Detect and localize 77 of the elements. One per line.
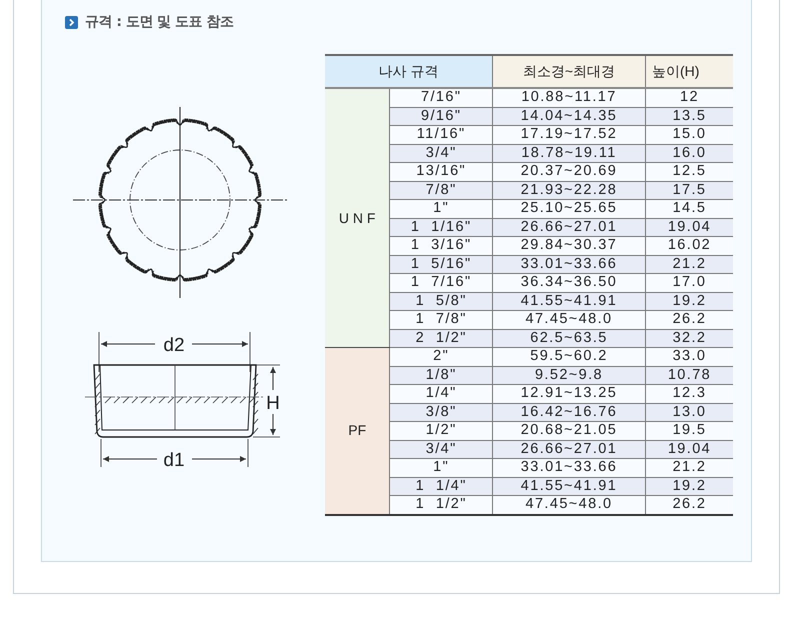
height-cell: 17.5	[646, 181, 733, 200]
diameter-range-cell: 18.78~19.11	[492, 144, 646, 162]
height-cell: 21.2	[646, 255, 733, 274]
column-header: 나사 규격	[325, 55, 492, 88]
thread-size-cell: 1"	[390, 200, 492, 218]
thread-size-cell: 2 1/2"	[390, 329, 492, 348]
diameter-range-cell: 14.04~14.35	[492, 107, 646, 126]
height-cell: 12.3	[646, 384, 733, 403]
diameter-range-cell: 62.5~63.5	[492, 329, 646, 348]
thread-size-cell: 2"	[390, 348, 492, 366]
height-cell: 26.2	[646, 496, 733, 514]
diameter-range-cell: 29.84~30.37	[492, 236, 646, 255]
thread-size-cell: 1 1/2"	[390, 496, 492, 514]
height-cell: 32.2	[646, 329, 733, 348]
thread-size-cell: 1 7/8"	[390, 310, 492, 329]
thread-size-cell: 1 1/4"	[390, 477, 492, 496]
diameter-range-cell: 36.34~36.50	[492, 274, 646, 292]
column-header: 높이(H)	[646, 55, 733, 88]
height-cell: 13.5	[646, 107, 733, 126]
height-cell: 26.2	[646, 310, 733, 329]
thread-size-cell: 13/16"	[390, 162, 492, 181]
diameter-range-cell: 26.66~27.01	[492, 218, 646, 236]
diameter-range-cell: 9.52~9.8	[492, 366, 646, 384]
height-cell: 12.5	[646, 162, 733, 181]
diameter-range-cell: 21.93~22.28	[492, 181, 646, 200]
diameter-range-cell: 12.91~13.25	[492, 384, 646, 403]
diameter-range-cell: 25.10~25.65	[492, 200, 646, 218]
thread-size-cell: 1 1/16"	[390, 218, 492, 236]
diameter-range-cell: 33.01~33.66	[492, 255, 646, 274]
diameter-range-cell: 41.55~41.91	[492, 292, 646, 310]
thread-size-cell: 1/4"	[390, 384, 492, 403]
diameter-range-cell: 20.68~21.05	[492, 422, 646, 440]
diameter-range-cell: 20.37~20.69	[492, 162, 646, 181]
height-cell: 17.0	[646, 274, 733, 292]
thread-type-cell: PF	[325, 348, 390, 514]
spec-note: 규격 : 도면 및 도표 참조	[85, 13, 234, 31]
height-cell: 13.0	[646, 403, 733, 422]
thread-size-cell: 3/4"	[390, 440, 492, 458]
thread-size-cell: 1 5/16"	[390, 255, 492, 274]
height-cell: 19.04	[646, 218, 733, 236]
thread-size-cell: 1 7/16"	[390, 274, 492, 292]
height-cell: 19.04	[646, 440, 733, 458]
diameter-range-cell: 59.5~60.2	[492, 348, 646, 366]
thread-size-cell: 1"	[390, 458, 492, 477]
thread-size-cell: 3/4"	[390, 144, 492, 162]
cap-side-view-drawing: d2 H d1	[65, 332, 295, 472]
height-cell: 16.02	[646, 236, 733, 255]
height-cell: 33.0	[646, 348, 733, 366]
diameter-range-cell: 16.42~16.76	[492, 403, 646, 422]
thread-size-cell: 1/8"	[390, 366, 492, 384]
diameter-range-cell: 17.19~17.52	[492, 126, 646, 144]
diameter-range-cell: 47.45~48.0	[492, 310, 646, 329]
diameter-range-cell: 10.88~11.17	[492, 88, 646, 107]
thread-type-cell: U N F	[325, 88, 390, 348]
thread-size-cell: 11/16"	[390, 126, 492, 144]
height-cell: 21.2	[646, 458, 733, 477]
column-header: 최소경~최대경	[492, 55, 646, 88]
thread-size-cell: 1 5/8"	[390, 292, 492, 310]
height-cell: 14.5	[646, 200, 733, 218]
height-cell: 15.0	[646, 126, 733, 144]
height-cell: 16.0	[646, 144, 733, 162]
arrow-bullet-icon	[65, 16, 78, 28]
height-cell: 19.5	[646, 422, 733, 440]
height-cell: 10.78	[646, 366, 733, 384]
thread-size-cell: 7/8"	[390, 181, 492, 200]
thread-size-cell: 7/16"	[390, 88, 492, 107]
thread-size-cell: 3/8"	[390, 403, 492, 422]
height-cell: 12	[646, 88, 733, 107]
diameter-range-cell: 33.01~33.66	[492, 458, 646, 477]
diameter-range-cell: 47.45~48.0	[492, 496, 646, 514]
thread-size-cell: 1 3/16"	[390, 236, 492, 255]
thread-size-cell: 1/2"	[390, 422, 492, 440]
thread-size-cell: 9/16"	[390, 107, 492, 126]
diameter-range-cell: 26.66~27.01	[492, 440, 646, 458]
height-cell: 19.2	[646, 292, 733, 310]
height-cell: 19.2	[646, 477, 733, 496]
diameter-range-cell: 41.55~41.91	[492, 477, 646, 496]
